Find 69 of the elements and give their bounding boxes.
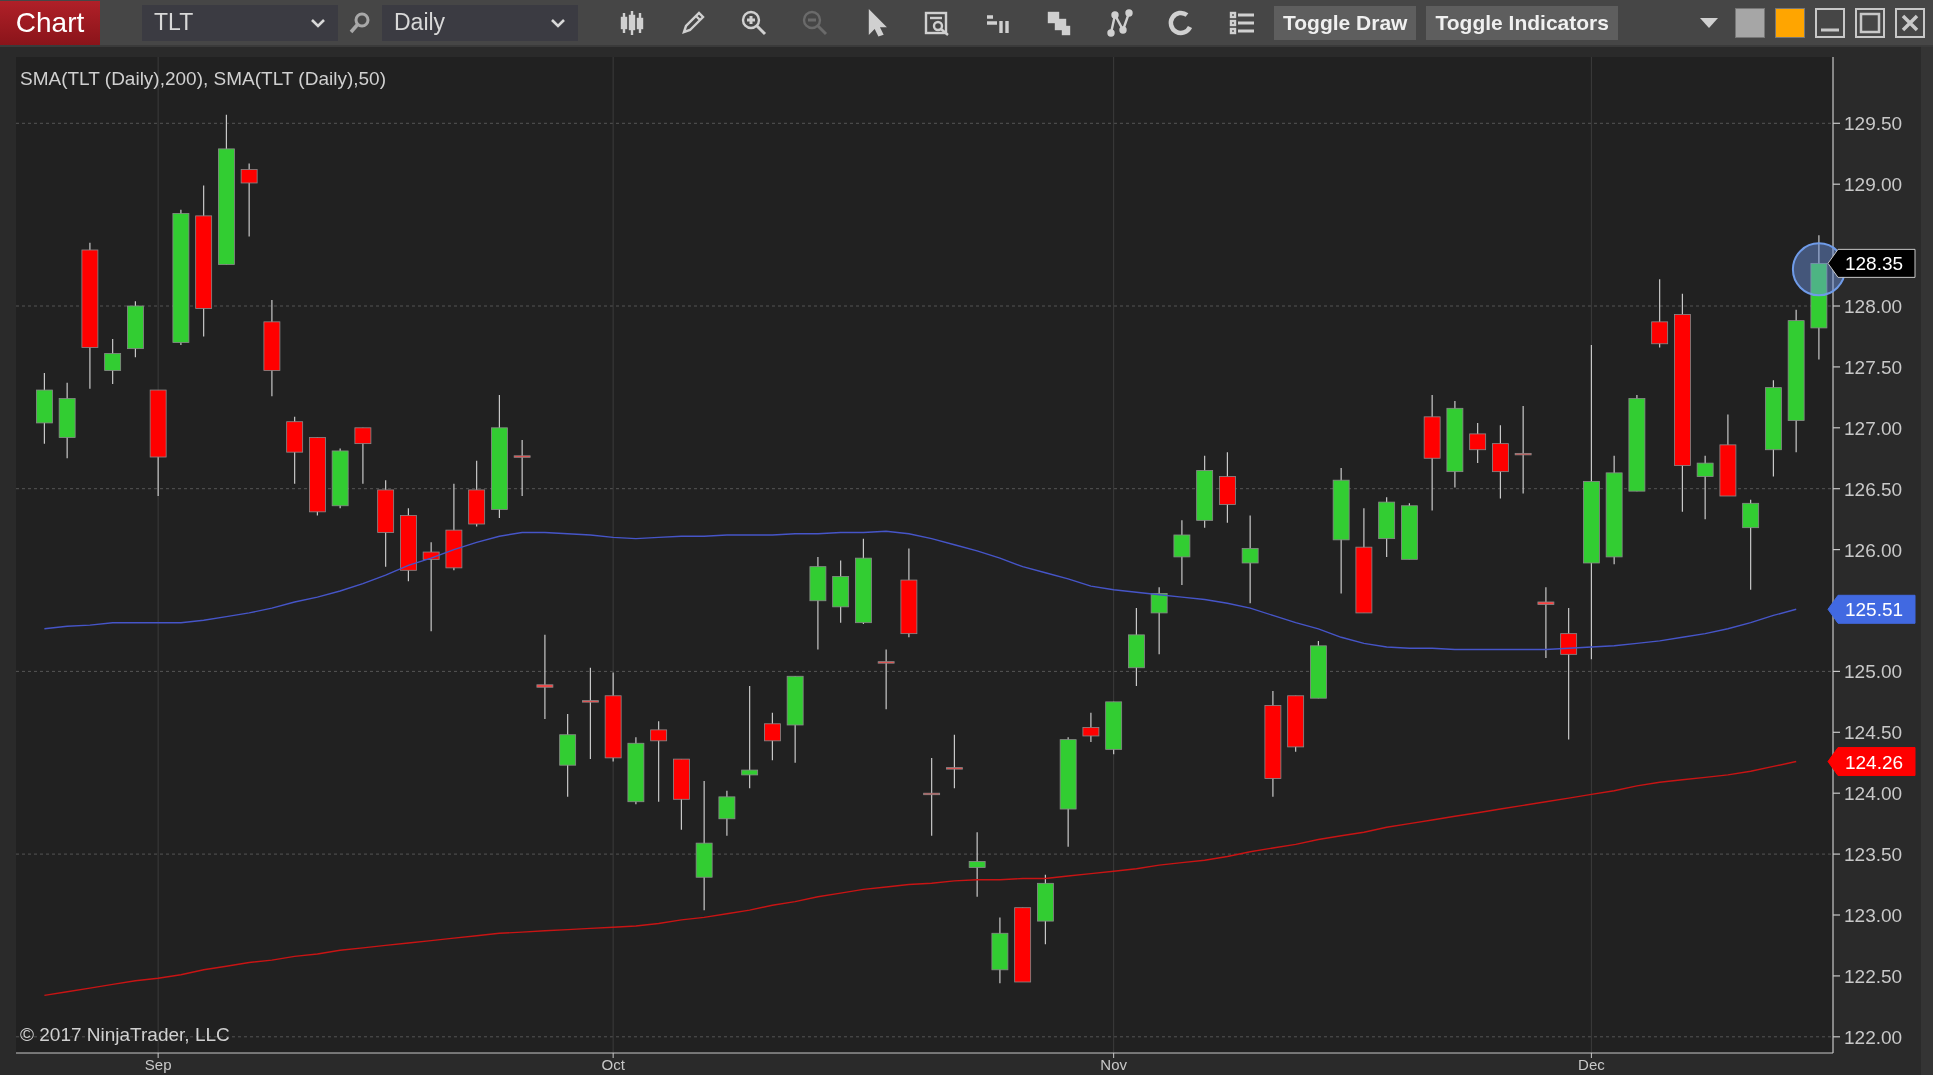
axis-label: 124.50 (1844, 722, 1903, 744)
axis-label: 125.00 (1844, 661, 1903, 683)
search-icon[interactable] (348, 10, 372, 35)
candlestick (1150, 586, 1168, 655)
indicator-legend: SMA(TLT (Daily),200), SMA(TLT (Daily),50) (20, 68, 386, 89)
instrument-dropdown[interactable]: TLT (142, 4, 338, 41)
price-tag: 128.35 (1827, 248, 1916, 278)
candlestick (1105, 701, 1123, 755)
candlestick (991, 916, 1009, 984)
candlestick (764, 712, 781, 761)
candlestick (127, 300, 144, 358)
axis-label: Oct (601, 1056, 625, 1073)
axis-label: Dec (1578, 1056, 1605, 1073)
candlestick (718, 790, 736, 837)
minimize-icon[interactable] (1815, 7, 1845, 38)
zoom-in-icon[interactable] (740, 8, 768, 37)
candlestick-chart-icon[interactable] (618, 8, 646, 37)
axis-label: 129.50 (1844, 113, 1903, 135)
axis-label: 124.00 (1844, 783, 1903, 805)
candlestick (468, 460, 486, 528)
axis-label: Sep (144, 1056, 172, 1073)
candlestick (331, 447, 349, 509)
toggle-button[interactable]: Toggle Draw (1274, 5, 1417, 40)
candlestick (946, 734, 963, 789)
axis-label: Nov (1100, 1056, 1127, 1073)
candlestick (1378, 496, 1396, 558)
axis-label: 123.00 (1844, 905, 1903, 926)
axis-label: 122.50 (1844, 965, 1903, 987)
axis-label: 126.50 (1844, 478, 1903, 500)
chart-button[interactable]: Chart (0, 0, 100, 45)
candlestick (104, 338, 122, 385)
toggle-button[interactable]: Toggle Indicators (1426, 5, 1618, 40)
candlestick (877, 648, 895, 710)
axis-label: 128.00 (1844, 296, 1903, 317)
line-nodes-icon[interactable] (1106, 8, 1134, 37)
caret-icon[interactable] (1699, 16, 1719, 29)
candlestick (1651, 278, 1669, 348)
copyright-text: © 2017 NinjaTrader, LLC (20, 1024, 230, 1045)
candlestick (1401, 502, 1418, 560)
axis-label: 126.00 (1844, 539, 1903, 561)
color-swatch[interactable] (1775, 7, 1805, 38)
price-tag: 125.51 (1827, 594, 1916, 624)
close-icon[interactable] (1895, 7, 1925, 38)
chevron-icon (550, 17, 566, 28)
candlestick (1287, 695, 1305, 753)
candlestick (354, 427, 372, 485)
candlestick (1696, 455, 1714, 520)
candlestick (1469, 422, 1487, 464)
axis-label: 129.00 (1844, 174, 1903, 196)
axis-label: 123.50 (1844, 844, 1903, 866)
highlight-circle (1791, 242, 1846, 297)
axis-label: 127.50 (1844, 356, 1903, 378)
candlestick (286, 416, 304, 485)
candlestick (1173, 519, 1191, 586)
candlestick (832, 559, 850, 624)
color-swatch[interactable] (1735, 7, 1765, 38)
candlestick (1082, 712, 1100, 743)
refresh-icon[interactable] (1167, 8, 1195, 37)
axis-label: 122.00 (1844, 1026, 1903, 1048)
maximize-icon[interactable] (1855, 7, 1885, 38)
axis-label: 127.00 (1844, 417, 1903, 439)
candlestick (1037, 874, 1054, 945)
interval-dropdown[interactable]: Daily (382, 4, 578, 41)
candlestick (513, 439, 531, 497)
candlestick (968, 831, 986, 898)
price-tag: 124.26 (1827, 747, 1916, 777)
candlestick (627, 736, 645, 805)
chevron-icon (310, 17, 326, 28)
candlestick (1310, 640, 1327, 699)
